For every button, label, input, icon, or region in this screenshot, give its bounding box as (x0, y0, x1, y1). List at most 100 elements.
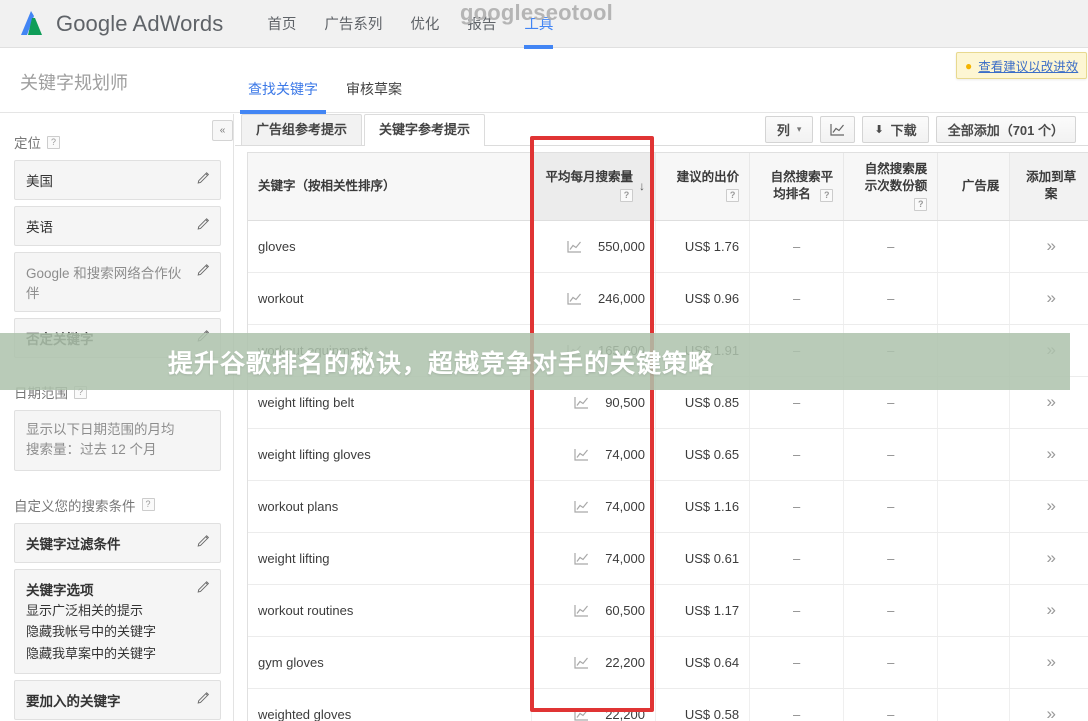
trend-line-icon[interactable] (567, 292, 582, 305)
nav-item-campaigns[interactable]: 广告系列 (310, 0, 396, 48)
cell-keyword[interactable]: gloves (248, 220, 532, 273)
trend-line-icon[interactable] (574, 448, 589, 461)
sidebar-card-language[interactable]: 英语 (14, 206, 221, 246)
sidebar-card-date-range[interactable]: 显示以下日期范围的月均搜索量：过去 12 个月 (14, 410, 221, 471)
pencil-icon[interactable] (197, 533, 211, 547)
table-row[interactable]: gloves 550,000 US$ 1.76 – – » (248, 220, 1088, 273)
pencil-icon[interactable] (197, 262, 211, 276)
sidebar-card-keyword-filters[interactable]: 关键字过滤条件 (14, 522, 221, 563)
add-to-plan-button[interactable]: » (1009, 324, 1088, 377)
sort-descending-icon[interactable]: ↓ (639, 178, 645, 194)
help-icon-customize[interactable]: ? (141, 498, 155, 511)
cell-keyword[interactable]: workout plans (248, 480, 532, 533)
add-all-button[interactable]: 全部添加（701 个） (935, 116, 1076, 143)
add-to-plan-button[interactable]: » (1009, 688, 1088, 721)
tab-ad-group-ideas[interactable]: 广告组参考提示 (241, 114, 363, 145)
pencil-icon[interactable] (197, 328, 211, 342)
cell-ad-impression (937, 480, 1011, 533)
cell-avg-monthly-searches-value: 550,000 (597, 238, 645, 254)
cell-keyword[interactable]: workout equipment (248, 324, 532, 377)
table-row[interactable]: gym gloves 22,200 US$ 0.64 – – » (248, 636, 1088, 689)
table-row[interactable]: weight lifting belt 90,500 US$ 0.85 – – … (248, 376, 1088, 429)
cell-organic-avg-position: – (749, 532, 845, 585)
subtab-find-keywords[interactable]: 查找关键字 (234, 79, 332, 114)
cell-keyword[interactable]: workout routines (248, 584, 532, 637)
add-to-plan-button[interactable]: » (1009, 636, 1088, 689)
add-to-plan-button[interactable]: » (1009, 428, 1088, 481)
add-to-plan-button[interactable]: » (1009, 532, 1088, 585)
cell-keyword[interactable]: weight lifting (248, 532, 532, 585)
add-to-plan-button[interactable]: » (1009, 376, 1088, 429)
cell-avg-monthly-searches: 74,000 (531, 480, 656, 533)
table-row[interactable]: weight lifting 74,000 US$ 0.61 – – » (248, 532, 1088, 585)
cell-keyword[interactable]: weight lifting belt (248, 376, 532, 429)
help-icon-date-range[interactable]: ? (74, 385, 87, 399)
nav-item-reports[interactable]: 报告 (453, 0, 510, 48)
help-icon-organic-impression-share[interactable]: ? (914, 197, 928, 211)
download-button[interactable]: ⬇ 下载 (862, 116, 929, 143)
cell-keyword[interactable]: gym gloves (248, 636, 532, 689)
col-header-organic-avg-position[interactable]: 自然搜索平均排名 ? (749, 153, 845, 221)
nav-item-home[interactable]: 首页 (253, 0, 310, 48)
help-icon-organic-avg-position[interactable]: ? (820, 189, 834, 203)
pencil-icon[interactable] (197, 216, 211, 230)
help-icon-suggested-bid[interactable]: ? (726, 189, 740, 203)
trend-line-icon[interactable] (567, 240, 582, 253)
table-row[interactable]: workout plans 74,000 US$ 1.16 – – » (248, 480, 1088, 533)
table-row[interactable]: weight lifting gloves 74,000 US$ 0.65 – … (248, 428, 1088, 481)
cell-keyword[interactable]: workout (248, 272, 532, 325)
pencil-icon[interactable] (197, 579, 211, 593)
trend-line-icon[interactable] (574, 396, 589, 409)
col-header-ad-impression[interactable]: 广告展 (937, 153, 1011, 221)
table-row[interactable]: weighted gloves 22,200 US$ 0.58 – – » (248, 688, 1088, 721)
suggestion-link[interactable]: 查看建议以改进效 (978, 56, 1078, 75)
nav-item-tools[interactable]: 工具 (510, 0, 567, 49)
sidebar-card-location[interactable]: 美国 (14, 160, 221, 200)
sidebar-collapse-button[interactable]: « (212, 120, 233, 141)
add-to-plan-button[interactable]: » (1009, 480, 1088, 533)
trend-line-icon[interactable] (574, 552, 589, 565)
pencil-icon[interactable] (197, 170, 211, 184)
pencil-icon[interactable] (197, 690, 211, 704)
trend-line-icon[interactable] (574, 604, 589, 617)
columns-button[interactable]: 列 ▾ (764, 116, 814, 143)
table-row[interactable]: workout equipment 165,000 US$ 1.91 – – » (248, 324, 1088, 377)
sidebar-group-title-date-range: 日期范围 ? (14, 382, 221, 402)
sidebar-card-network[interactable]: Google 和搜索网络合作伙伴 (14, 252, 221, 312)
sidebar-card-keyword-options[interactable]: 关键字选项 显示广泛相关的提示 隐藏我帐号中的关键字 隐藏我草案中的关键字 (14, 568, 221, 675)
table-row[interactable]: workout routines 60,500 US$ 1.17 – – » (248, 584, 1088, 637)
table-row[interactable]: workout 246,000 US$ 0.96 – – » (248, 272, 1088, 325)
trend-line-icon[interactable] (574, 708, 589, 721)
cell-organic-avg-position: – (749, 272, 845, 325)
col-header-avg-monthly-searches[interactable]: 平均每月搜索量 ? ↓ (531, 153, 656, 221)
trend-line-icon[interactable] (574, 500, 589, 513)
chart-toggle-button[interactable] (820, 116, 856, 143)
help-icon-avg-monthly-searches[interactable]: ? (619, 189, 633, 203)
table-head: 关键字（按相关性排序） 平均每月搜索量 ? ↓ 建议的出价 ? 自然搜索平均排名… (248, 153, 1088, 221)
add-to-plan-button[interactable]: » (1009, 584, 1088, 637)
trend-line-icon[interactable] (574, 656, 589, 669)
add-to-plan-button[interactable]: » (1009, 220, 1088, 273)
col-header-suggested-bid[interactable]: 建议的出价 ? (655, 153, 751, 221)
adwords-logo[interactable]: Google AdWords (18, 9, 223, 39)
sidebar-card-label-negative-keywords: 否定关键字 (26, 332, 94, 347)
help-icon-targeting[interactable]: ? (47, 135, 60, 149)
cell-keyword[interactable]: weight lifting gloves (248, 428, 532, 481)
suggestion-banner[interactable]: ● 查看建议以改进效 (956, 52, 1088, 79)
cell-organic-impression-share: – (843, 480, 939, 533)
sidebar-option-hide-plan-keywords: 隐藏我草案中的关键字 (26, 646, 157, 662)
sidebar-card-negative-keywords[interactable]: 否定关键字 (14, 318, 221, 358)
cell-avg-monthly-searches: 550,000 (531, 220, 656, 273)
col-header-keyword[interactable]: 关键字（按相关性排序） (248, 153, 532, 221)
trend-line-icon[interactable] (567, 344, 582, 357)
global-nav: 首页 广告系列 优化 报告 工具 (253, 0, 567, 49)
col-header-organic-impression-share[interactable]: 自然搜索展示次数份额 ? (843, 153, 939, 221)
sidebar-card-keywords-to-include[interactable]: 要加入的关键字 (14, 680, 221, 721)
nav-item-opportunities[interactable]: 优化 (396, 0, 453, 48)
add-to-plan-button[interactable]: » (1009, 272, 1088, 325)
tab-keyword-ideas[interactable]: 关键字参考提示 (364, 114, 486, 146)
cell-ad-impression (937, 636, 1011, 689)
subtab-review-plan[interactable]: 审核草案 (332, 79, 416, 113)
cell-keyword[interactable]: weighted gloves (248, 688, 532, 721)
